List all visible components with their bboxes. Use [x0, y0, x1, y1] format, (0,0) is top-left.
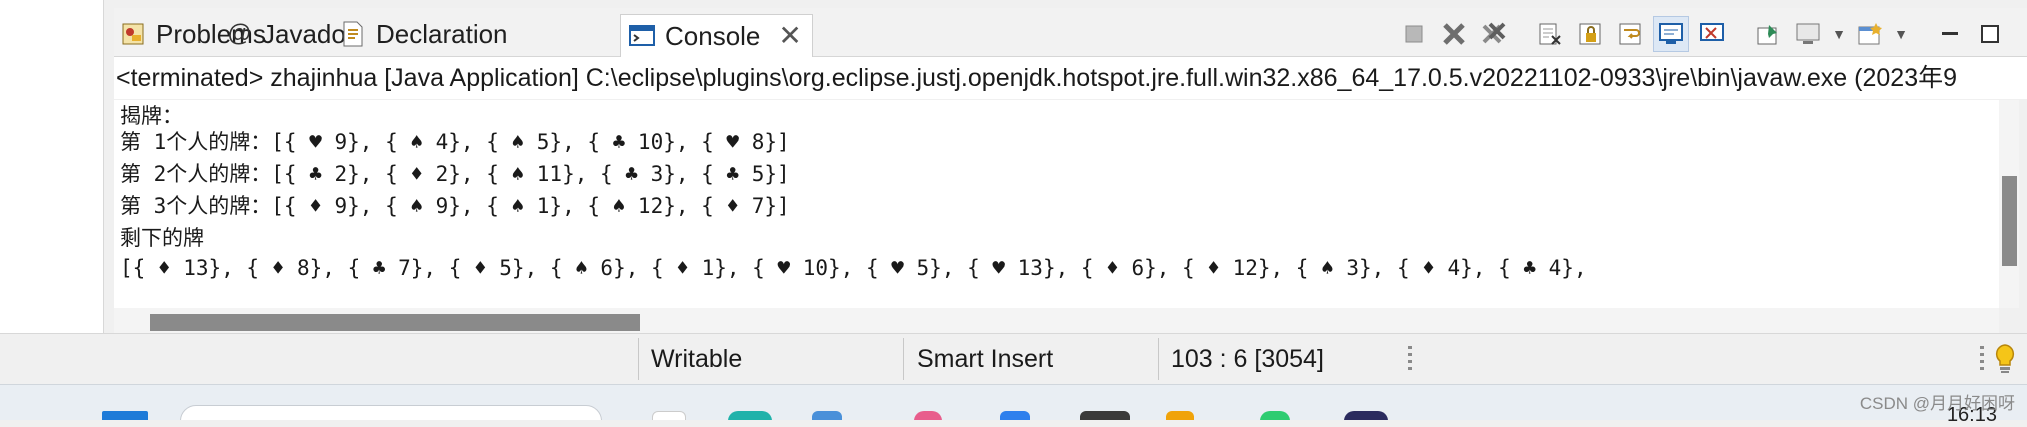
console-line: 第 3个人的牌：[{ ♦ 9}, { ♠ 9}, { ♠ 1}, { ♠ 12}… [120, 194, 790, 218]
chevron-down-icon[interactable]: ▼ [1893, 17, 1909, 51]
pin-console-icon[interactable] [1751, 17, 1785, 51]
console-output[interactable]: 揭牌： 第 1个人的牌：[{ ♥ 9}, { ♠ 4}, { ♠ 5}, { ♣… [114, 100, 1999, 310]
lightbulb-icon[interactable] [1992, 342, 2018, 381]
show-console-on-stdout-icon[interactable] [1653, 16, 1689, 52]
status-separator [638, 338, 639, 380]
display-selected-console-icon[interactable] [1791, 17, 1825, 51]
open-console-icon[interactable] [1853, 17, 1887, 51]
word-wrap-icon[interactable] [1613, 17, 1647, 51]
status-separator [1158, 338, 1159, 380]
status-grip[interactable] [1980, 346, 1984, 374]
console-line: 第 1个人的牌：[{ ♥ 9}, { ♠ 4}, { ♠ 5}, { ♣ 10}… [120, 130, 790, 154]
scroll-lock-icon[interactable] [1573, 17, 1607, 51]
console-toolbar: ▼ ▼ [1397, 16, 2007, 52]
clear-console-icon[interactable] [1533, 17, 1567, 51]
status-writable: Writable [651, 345, 743, 373]
terminate-icon[interactable] [1397, 17, 1431, 51]
tab-label: Console [665, 20, 761, 51]
tab-console[interactable]: Console ✕ [620, 14, 813, 57]
status-bar: Writable Smart Insert 103 : 6 [3054] [0, 333, 2027, 384]
taskbar-search-box[interactable] [180, 405, 602, 420]
close-icon[interactable]: ✕ [778, 22, 801, 50]
maximize-icon[interactable] [1973, 17, 2007, 51]
windows-taskbar [0, 384, 2027, 420]
status-grip[interactable] [1408, 346, 1412, 374]
console-icon [627, 21, 657, 51]
view-tab-bar: Problems @ Javadoc Declaration Console ✕ [114, 8, 2027, 57]
remove-launch-icon[interactable] [1437, 17, 1471, 51]
process-description: <terminated> zhajinhua [Java Application… [114, 57, 2027, 99]
problems-icon [118, 19, 148, 49]
remove-all-terminated-icon[interactable] [1477, 17, 1511, 51]
tab-label: Declaration [376, 18, 508, 49]
console-line: 第 2个人的牌：[{ ♣ 2}, { ♦ 2}, { ♠ 11}, { ♣ 3}… [120, 162, 790, 186]
console-line: 剩下的牌 [120, 226, 204, 250]
tab-declaration[interactable]: Declaration [338, 12, 508, 56]
console-view: Problems @ Javadoc Declaration Console ✕ [114, 8, 2027, 333]
status-separator [903, 338, 904, 380]
at-icon: @ [226, 20, 252, 47]
chevron-down-icon[interactable]: ▼ [1831, 17, 1847, 51]
status-insert-mode: Smart Insert [917, 345, 1054, 373]
vertical-scroll-thumb[interactable] [2002, 176, 2017, 266]
declaration-icon [338, 19, 368, 49]
status-cursor-position: 103 : 6 [3054] [1171, 345, 1324, 373]
horizontal-scroll-thumb[interactable] [150, 314, 640, 331]
show-console-on-stderr-icon[interactable] [1695, 17, 1729, 51]
console-line: [{ ♦ 13}, { ♦ 8}, { ♣ 7}, { ♦ 5}, { ♠ 6}… [120, 256, 1587, 280]
horizontal-scrollbar[interactable] [114, 308, 1999, 333]
vertical-scrollbar[interactable] [1999, 100, 2019, 308]
left-editor-pane [0, 0, 104, 333]
minimize-icon[interactable] [1933, 17, 1967, 51]
watermark: CSDN @月月好困呀 [1859, 394, 2015, 413]
